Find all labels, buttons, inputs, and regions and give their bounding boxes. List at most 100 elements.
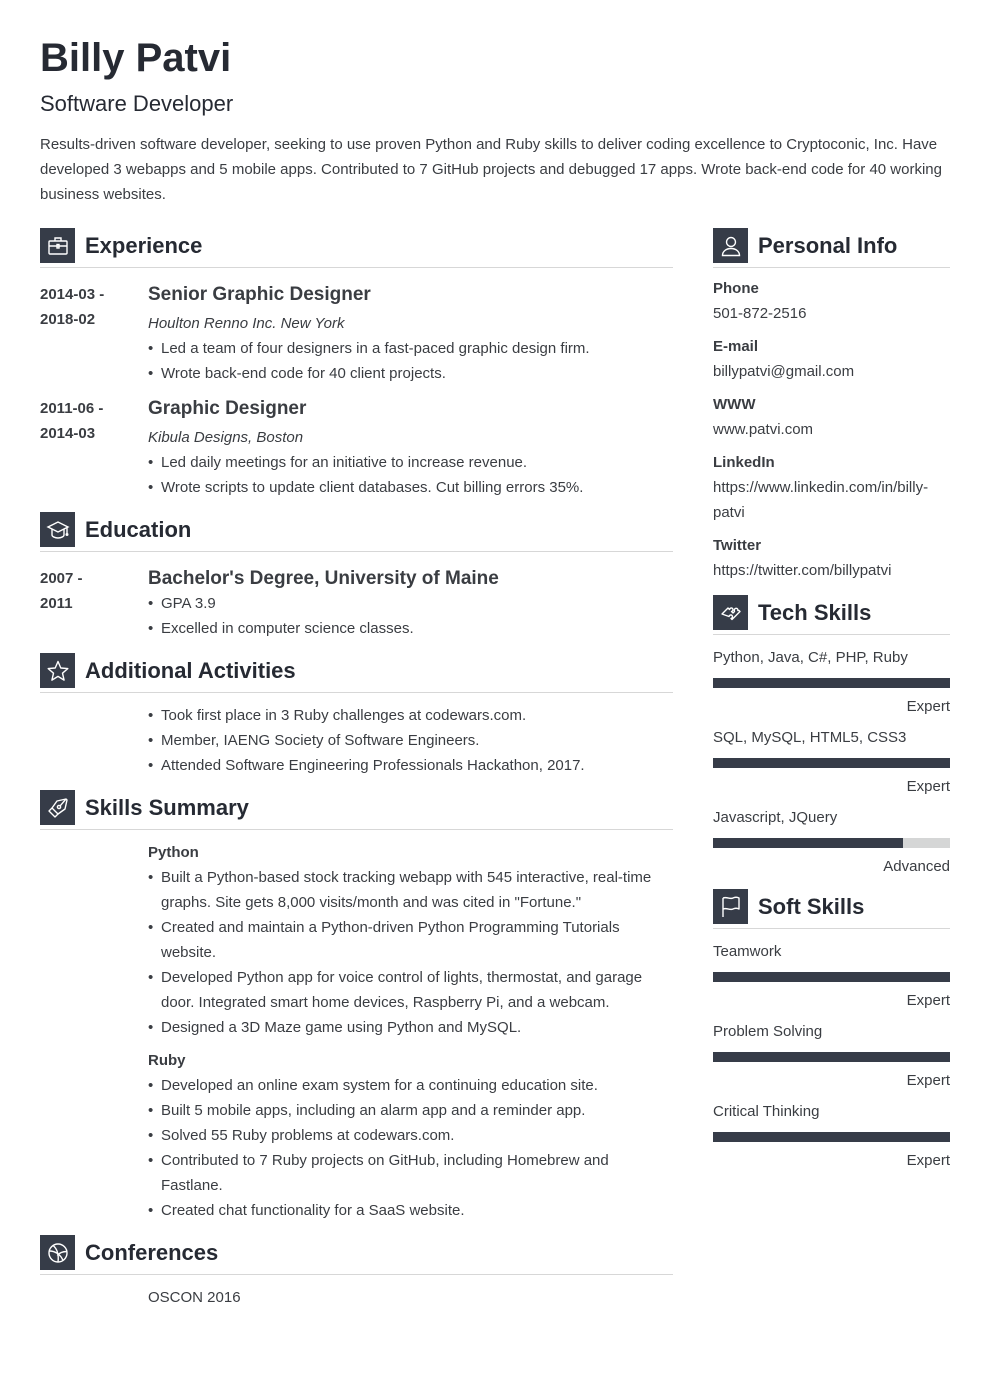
skills-summary-section: Skills Summary Python Built a Python-bas… (40, 790, 673, 1223)
section-divider (40, 551, 673, 552)
skill-level: Advanced (883, 858, 950, 875)
www-value[interactable]: www.patvi.com (713, 417, 950, 442)
conferences-heading: Conferences (85, 1239, 219, 1265)
skill-name: Python, Java, C#, PHP, Ruby (713, 649, 908, 666)
basketball-icon (40, 1235, 75, 1270)
twitter-value[interactable]: https://twitter.com/billypatvi (713, 558, 950, 583)
resume-name: Billy Patvi (40, 36, 232, 80)
pen-nib-icon (40, 790, 75, 825)
skill-group-title: Ruby (148, 1052, 186, 1069)
bullet-item: Led daily meetings for an initiative to … (148, 450, 673, 475)
skill-name: Critical Thinking (713, 1103, 820, 1120)
resume-title: Software Developer (40, 91, 234, 116)
email-value[interactable]: billypatvi@gmail.com (713, 359, 950, 384)
section-divider (40, 267, 673, 268)
education-header: Education (40, 512, 673, 547)
skill-item: Problem Solving Expert (713, 1019, 950, 1093)
date-end: 2014-03 (40, 425, 96, 442)
section-divider (713, 267, 950, 268)
linkedin-value[interactable]: https://www.linkedin.com/in/billy-patvi (713, 475, 938, 525)
personal-info-header: Personal Info (713, 228, 950, 263)
graduation-cap-icon (40, 512, 75, 547)
soft-skills-header: Soft Skills (713, 889, 950, 924)
activities-section: Additional Activities Took first place i… (40, 653, 673, 778)
skill-item: Python, Java, C#, PHP, Ruby Expert (713, 645, 950, 719)
skill-bar-fill (713, 972, 950, 982)
skill-bar-fill (713, 1132, 950, 1142)
phone-label: Phone (713, 280, 759, 297)
education-entry: 2007 - 2011 Bachelor's Degree, Universit… (40, 566, 673, 641)
bullet-item: Solved 55 Ruby problems at codewars.com. (148, 1123, 673, 1148)
education-heading: Education (85, 516, 192, 542)
experience-section: Experience 2014-03 - 2018-02 Senior Grap… (40, 228, 673, 500)
tech-skills-header: Tech Skills (713, 595, 950, 630)
briefcase-icon (40, 228, 75, 263)
twitter-label: Twitter (713, 537, 762, 554)
resume-summary: Results-driven software developer, seeki… (40, 136, 942, 203)
date-start: 2014-03 - (40, 286, 105, 303)
skill-bar (713, 838, 950, 848)
company: Houlton Renno Inc. New York (148, 315, 345, 332)
conference-item: OSCON 2016 (148, 1289, 241, 1306)
experience-entry: 2014-03 - 2018-02 Senior Graphic Designe… (40, 282, 673, 386)
linkedin-label: LinkedIn (713, 454, 775, 471)
job-title: Graphic Designer (148, 398, 307, 419)
skill-bar-fill (713, 838, 903, 848)
entry-date: 2011-06 - 2014-03 (40, 396, 148, 500)
date-start: 2011-06 - (40, 400, 104, 417)
skill-item: Critical Thinking Expert (713, 1099, 950, 1173)
activities-heading: Additional Activities (85, 657, 296, 683)
www-label: WWW (713, 396, 756, 413)
bullet-item: Wrote scripts to update client databases… (148, 475, 673, 500)
experience-entry: 2011-06 - 2014-03 Graphic Designer Kibul… (40, 396, 673, 500)
activities-header: Additional Activities (40, 653, 673, 688)
job-title: Senior Graphic Designer (148, 284, 371, 305)
tech-skills-heading: Tech Skills (758, 599, 872, 625)
bullet-item: Wrote back-end code for 40 client projec… (148, 361, 673, 386)
experience-heading: Experience (85, 232, 203, 258)
skill-name: Problem Solving (713, 1023, 823, 1040)
skill-level: Expert (906, 1072, 950, 1089)
skill-bar (713, 758, 950, 768)
degree-title: Bachelor's Degree, University of Maine (148, 568, 499, 589)
section-divider (713, 634, 950, 635)
section-divider (40, 1274, 673, 1275)
bullet-item: Attended Software Engineering Profession… (148, 753, 673, 778)
skill-bar-fill (713, 678, 950, 688)
section-divider (40, 692, 673, 693)
skill-level: Expert (906, 698, 950, 715)
skill-bar (713, 1132, 950, 1142)
bullet-item: GPA 3.9 (148, 591, 673, 616)
skill-bar (713, 972, 950, 982)
flag-icon (713, 889, 748, 924)
experience-header: Experience (40, 228, 673, 263)
company: Kibula Designs, Boston (148, 429, 304, 446)
skills-summary-header: Skills Summary (40, 790, 673, 825)
bullet-item: Built a Python-based stock tracking weba… (148, 865, 673, 915)
bullet-item: Developed an online exam system for a co… (148, 1073, 673, 1098)
personal-info-section: Personal Info Phone 501-872-2516 E-mail … (713, 228, 950, 583)
bullet-item: Created chat functionality for a SaaS we… (148, 1198, 673, 1223)
skill-level: Expert (906, 778, 950, 795)
skill-bar (713, 1052, 950, 1062)
entry-date: 2007 - 2011 (40, 566, 148, 641)
skill-item: Teamwork Expert (713, 939, 950, 1013)
section-divider (40, 829, 673, 830)
skills-summary-heading: Skills Summary (85, 794, 249, 820)
skill-name: SQL, MySQL, HTML5, CSS3 (713, 729, 907, 746)
bullet-item: Developed Python app for voice control o… (148, 965, 673, 1015)
education-section: Education 2007 - 2011 Bachelor's Degree,… (40, 512, 673, 641)
bullet-item: Excelled in computer science classes. (148, 616, 673, 641)
puzzle-icon (713, 595, 748, 630)
skill-bar (713, 678, 950, 688)
left-column: Experience 2014-03 - 2018-02 Senior Grap… (40, 228, 673, 1310)
skill-level: Expert (906, 992, 950, 1009)
bullet-item: Built 5 mobile apps, including an alarm … (148, 1098, 673, 1123)
skill-bar-fill (713, 1052, 950, 1062)
skill-item: Javascript, JQuery Advanced (713, 805, 950, 879)
phone-value: 501-872-2516 (713, 305, 807, 322)
date-start: 2007 - (40, 570, 83, 587)
date-end: 2011 (40, 595, 73, 612)
skill-name: Teamwork (713, 943, 782, 960)
tech-skills-section: Tech Skills Python, Java, C#, PHP, Ruby … (713, 595, 950, 879)
